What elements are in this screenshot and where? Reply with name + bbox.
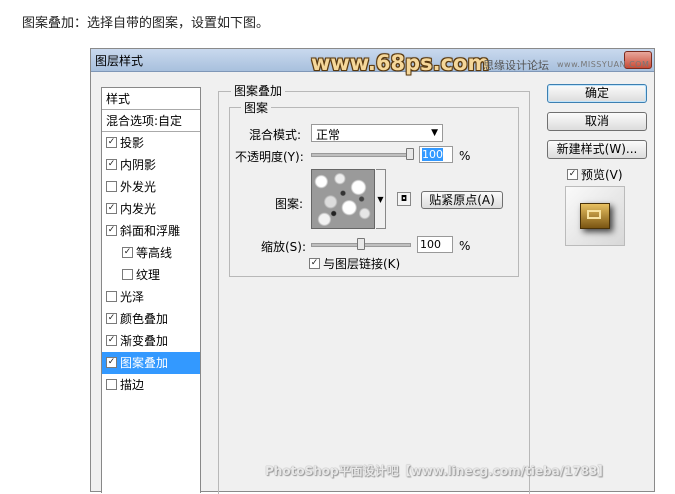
opacity-unit: % [459, 149, 471, 163]
pattern-subgroup-title: 图案 [241, 99, 272, 116]
style-item[interactable]: 纹理 [102, 264, 200, 286]
blend-options-item[interactable]: 混合选项:自定 [102, 110, 200, 132]
footer-watermark: PhotoShop平面设计吧【www.linecg.com/tieba/1783… [265, 464, 610, 478]
scale-input[interactable]: 100 [417, 236, 453, 253]
style-item-label: 图案叠加 [120, 356, 169, 370]
cancel-button[interactable]: 取消 [547, 112, 647, 131]
link-with-layer-checkbox[interactable]: ✓ 与图层链接(K) [309, 255, 400, 272]
checkbox-checked-icon[interactable]: ✓ [106, 159, 117, 170]
style-item-label: 斜面和浮雕 [120, 224, 181, 238]
styles-list-panel: 样式 混合选项:自定 ✓ 投影 ✓ 内阴影 外发光 ✓ 内发光 ✓ 斜面和浮雕 ✓ 等高线 纹理 光泽 ✓… [101, 87, 201, 493]
style-item[interactable]: ✓ 内发光 [102, 198, 200, 220]
opacity-value: 100 [422, 148, 443, 161]
style-item[interactable]: ✓ 颜色叠加 [102, 308, 200, 330]
checkbox-checked-icon[interactable]: ✓ [106, 357, 117, 368]
page-caption: 图案叠加：选择自带的图案，设置如下图。 [22, 16, 270, 31]
checkbox-checked-icon[interactable]: ✓ [106, 225, 117, 236]
link-with-layer-label: 与图层链接(K) [323, 257, 401, 271]
checkbox-checked-icon[interactable]: ✓ [106, 137, 117, 148]
style-item[interactable]: 光泽 [102, 286, 200, 308]
chevron-down-icon: ▼ [431, 128, 438, 138]
style-item[interactable]: 描边 [102, 374, 200, 396]
style-item-label: 内发光 [120, 202, 157, 216]
new-style-button[interactable]: 新建样式(W)... [547, 140, 647, 159]
style-item[interactable]: ✓ 等高线 [102, 242, 200, 264]
style-item[interactable]: ✓ 渐变叠加 [102, 330, 200, 352]
ok-button[interactable]: 确定 [547, 84, 647, 103]
scale-slider-thumb[interactable] [357, 238, 365, 250]
opacity-label: 不透明度(Y): [235, 150, 304, 164]
scale-unit: % [459, 239, 471, 253]
checkbox-checked-icon[interactable]: ✓ [122, 247, 133, 258]
style-item-label: 内阴影 [120, 158, 157, 172]
style-item-label: 等高线 [136, 246, 173, 260]
blend-mode-value: 正常 [316, 128, 341, 142]
blend-mode-select[interactable]: 正常 ▼ [311, 124, 443, 142]
site-url: www.MISSYUAN.COM [557, 60, 650, 69]
preview-checkbox[interactable]: ✓ 预览(V) [567, 166, 623, 183]
pattern-label: 图案: [275, 197, 304, 211]
watermark-logo: www.68ps.com [311, 51, 490, 75]
site-name: 思缘设计论坛 [483, 59, 549, 72]
chevron-down-icon: ▼ [377, 195, 384, 204]
layer-style-dialog: 图层样式 www.68ps.com 思缘设计论坛 www.MISSYUAN.CO… [90, 48, 655, 494]
snap-to-origin-button[interactable]: 贴紧原点(A) [421, 191, 503, 209]
pattern-overlay-title: 图案叠加 [231, 82, 286, 99]
style-item-label: 外发光 [120, 180, 157, 194]
pattern-swatch[interactable] [311, 169, 375, 229]
preview-icon [580, 203, 610, 229]
styles-header[interactable]: 样式 [102, 88, 200, 110]
style-item[interactable]: 外发光 [102, 176, 200, 198]
checkbox-unchecked-icon[interactable] [106, 181, 117, 192]
new-preset-icon: ◘ [400, 194, 408, 203]
opacity-slider-thumb[interactable] [406, 148, 414, 160]
scale-label: 缩放(S): [261, 240, 307, 254]
dialog-title: 图层样式 [95, 54, 144, 68]
opacity-slider[interactable] [311, 153, 413, 157]
checkbox-checked-icon[interactable]: ✓ [309, 258, 320, 269]
style-item-label: 投影 [120, 136, 145, 150]
style-item[interactable]: ✓ 斜面和浮雕 [102, 220, 200, 242]
style-item-label: 渐变叠加 [120, 334, 169, 348]
checkbox-checked-icon[interactable]: ✓ [106, 313, 117, 324]
style-item-label: 描边 [120, 378, 145, 392]
checkbox-unchecked-icon[interactable] [106, 379, 117, 390]
style-item[interactable]: ✓ 图案叠加 [102, 352, 200, 374]
style-preview-thumbnail [565, 186, 625, 246]
checkbox-unchecked-icon[interactable] [122, 269, 133, 280]
checkbox-checked-icon[interactable]: ✓ [106, 203, 117, 214]
checkbox-unchecked-icon[interactable] [106, 291, 117, 302]
pattern-picker-arrow[interactable]: ▼ [376, 169, 386, 229]
style-item-label: 光泽 [120, 290, 145, 304]
style-item-label: 纹理 [136, 268, 161, 282]
new-preset-button[interactable]: ◘ [397, 192, 411, 206]
style-item[interactable]: ✓ 投影 [102, 132, 200, 154]
preview-label: 预览(V) [581, 168, 623, 182]
style-item-label: 颜色叠加 [120, 312, 169, 326]
style-item[interactable]: ✓ 内阴影 [102, 154, 200, 176]
blend-mode-label: 混合模式: [249, 128, 302, 142]
opacity-input[interactable]: 100 [419, 146, 453, 163]
checkbox-checked-icon[interactable]: ✓ [106, 335, 117, 346]
checkbox-checked-icon[interactable]: ✓ [567, 169, 578, 180]
